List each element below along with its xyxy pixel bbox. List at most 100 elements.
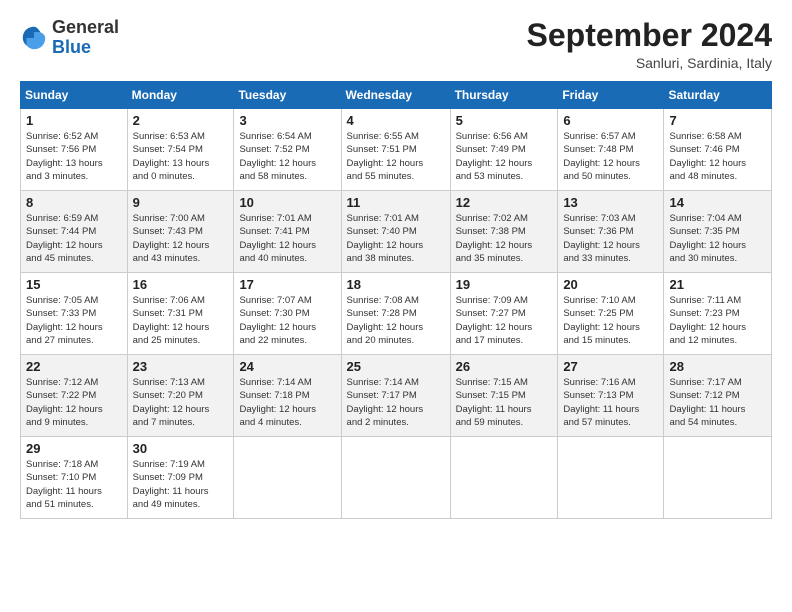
logo: General Blue bbox=[20, 18, 119, 58]
day-info: Sunrise: 7:09 AM Sunset: 7:27 PM Dayligh… bbox=[456, 294, 553, 347]
calendar-cell: 30 Sunrise: 7:19 AM Sunset: 7:09 PM Dayli… bbox=[127, 437, 234, 519]
weekday-header-friday: Friday bbox=[558, 82, 664, 109]
calendar-cell: 13 Sunrise: 7:03 AM Sunset: 7:36 PM Dayli… bbox=[558, 191, 664, 273]
calendar-cell bbox=[234, 437, 341, 519]
day-number: 30 bbox=[133, 441, 229, 456]
day-number: 8 bbox=[26, 195, 122, 210]
day-info: Sunrise: 6:52 AM Sunset: 7:56 PM Dayligh… bbox=[26, 130, 122, 183]
calendar-week-3: 15Sunrise: 7:05 AM Sunset: 7:33 PM Dayli… bbox=[21, 273, 772, 355]
calendar-week-1: 1 Sunrise: 6:52 AM Sunset: 7:56 PM Daylig… bbox=[21, 109, 772, 191]
day-number: 4 bbox=[347, 113, 445, 128]
day-number: 12 bbox=[456, 195, 553, 210]
day-info: Sunrise: 7:14 AM Sunset: 7:18 PM Dayligh… bbox=[239, 376, 335, 429]
day-info: Sunrise: 7:18 AM Sunset: 7:10 PM Dayligh… bbox=[26, 458, 122, 511]
day-info: Sunrise: 7:01 AM Sunset: 7:41 PM Dayligh… bbox=[239, 212, 335, 265]
calendar-week-4: 22 Sunrise: 7:12 AM Sunset: 7:22 PM Dayli… bbox=[21, 355, 772, 437]
calendar-cell: 24 Sunrise: 7:14 AM Sunset: 7:18 PM Dayli… bbox=[234, 355, 341, 437]
month-title: September 2024 bbox=[527, 18, 772, 53]
day-number: 26 bbox=[456, 359, 553, 374]
day-number: 29 bbox=[26, 441, 122, 456]
calendar-cell: 15Sunrise: 7:05 AM Sunset: 7:33 PM Dayli… bbox=[21, 273, 128, 355]
day-number: 19 bbox=[456, 277, 553, 292]
page-header: General Blue September 2024 Sanluri, Sar… bbox=[20, 18, 772, 71]
day-number: 5 bbox=[456, 113, 553, 128]
day-info: Sunrise: 6:54 AM Sunset: 7:52 PM Dayligh… bbox=[239, 130, 335, 183]
day-info: Sunrise: 7:08 AM Sunset: 7:28 PM Dayligh… bbox=[347, 294, 445, 347]
calendar-header: SundayMondayTuesdayWednesdayThursdayFrid… bbox=[21, 82, 772, 109]
calendar-cell: 29 Sunrise: 7:18 AM Sunset: 7:10 PM Dayli… bbox=[21, 437, 128, 519]
day-number: 24 bbox=[239, 359, 335, 374]
weekday-header-sunday: Sunday bbox=[21, 82, 128, 109]
calendar-cell: 6 Sunrise: 6:57 AM Sunset: 7:48 PM Daylig… bbox=[558, 109, 664, 191]
weekday-header-saturday: Saturday bbox=[664, 82, 772, 109]
calendar-cell bbox=[450, 437, 558, 519]
calendar-cell: 3 Sunrise: 6:54 AM Sunset: 7:52 PM Daylig… bbox=[234, 109, 341, 191]
calendar-cell: 16 Sunrise: 7:06 AM Sunset: 7:31 PM Dayli… bbox=[127, 273, 234, 355]
calendar-cell: 26 Sunrise: 7:15 AM Sunset: 7:15 PM Dayli… bbox=[450, 355, 558, 437]
day-number: 15 bbox=[26, 277, 122, 292]
day-number: 13 bbox=[563, 195, 658, 210]
day-info: Sunrise: 7:04 AM Sunset: 7:35 PM Dayligh… bbox=[669, 212, 766, 265]
day-info: Sunrise: 7:19 AM Sunset: 7:09 PM Dayligh… bbox=[133, 458, 229, 511]
calendar-cell: 22 Sunrise: 7:12 AM Sunset: 7:22 PM Dayli… bbox=[21, 355, 128, 437]
day-number: 21 bbox=[669, 277, 766, 292]
day-info: Sunrise: 6:55 AM Sunset: 7:51 PM Dayligh… bbox=[347, 130, 445, 183]
weekday-header-wednesday: Wednesday bbox=[341, 82, 450, 109]
calendar-cell: 5 Sunrise: 6:56 AM Sunset: 7:49 PM Daylig… bbox=[450, 109, 558, 191]
calendar-cell: 7Sunrise: 6:58 AM Sunset: 7:46 PM Daylig… bbox=[664, 109, 772, 191]
calendar-cell: 19 Sunrise: 7:09 AM Sunset: 7:27 PM Dayli… bbox=[450, 273, 558, 355]
calendar-cell: 2Sunrise: 6:53 AM Sunset: 7:54 PM Daylig… bbox=[127, 109, 234, 191]
day-number: 18 bbox=[347, 277, 445, 292]
calendar-cell: 12Sunrise: 7:02 AM Sunset: 7:38 PM Dayli… bbox=[450, 191, 558, 273]
day-info: Sunrise: 7:13 AM Sunset: 7:20 PM Dayligh… bbox=[133, 376, 229, 429]
calendar-cell: 25Sunrise: 7:14 AM Sunset: 7:17 PM Dayli… bbox=[341, 355, 450, 437]
calendar-page: General Blue September 2024 Sanluri, Sar… bbox=[0, 0, 792, 612]
location-subtitle: Sanluri, Sardinia, Italy bbox=[527, 55, 772, 71]
day-number: 17 bbox=[239, 277, 335, 292]
calendar-week-2: 8 Sunrise: 6:59 AM Sunset: 7:44 PM Daylig… bbox=[21, 191, 772, 273]
logo-icon bbox=[20, 24, 48, 52]
day-info: Sunrise: 6:56 AM Sunset: 7:49 PM Dayligh… bbox=[456, 130, 553, 183]
day-info: Sunrise: 7:10 AM Sunset: 7:25 PM Dayligh… bbox=[563, 294, 658, 347]
day-info: Sunrise: 6:57 AM Sunset: 7:48 PM Dayligh… bbox=[563, 130, 658, 183]
day-number: 3 bbox=[239, 113, 335, 128]
day-number: 23 bbox=[133, 359, 229, 374]
day-number: 20 bbox=[563, 277, 658, 292]
day-number: 27 bbox=[563, 359, 658, 374]
day-number: 22 bbox=[26, 359, 122, 374]
day-info: Sunrise: 7:00 AM Sunset: 7:43 PM Dayligh… bbox=[133, 212, 229, 265]
calendar-week-5: 29 Sunrise: 7:18 AM Sunset: 7:10 PM Dayli… bbox=[21, 437, 772, 519]
calendar-cell: 20 Sunrise: 7:10 AM Sunset: 7:25 PM Dayli… bbox=[558, 273, 664, 355]
day-number: 7 bbox=[669, 113, 766, 128]
day-info: Sunrise: 7:12 AM Sunset: 7:22 PM Dayligh… bbox=[26, 376, 122, 429]
calendar-cell bbox=[341, 437, 450, 519]
day-number: 16 bbox=[133, 277, 229, 292]
calendar-cell: 27Sunrise: 7:16 AM Sunset: 7:13 PM Dayli… bbox=[558, 355, 664, 437]
calendar-cell bbox=[558, 437, 664, 519]
calendar-cell: 1 Sunrise: 6:52 AM Sunset: 7:56 PM Daylig… bbox=[21, 109, 128, 191]
day-info: Sunrise: 7:03 AM Sunset: 7:36 PM Dayligh… bbox=[563, 212, 658, 265]
day-info: Sunrise: 7:14 AM Sunset: 7:17 PM Dayligh… bbox=[347, 376, 445, 429]
weekday-header-thursday: Thursday bbox=[450, 82, 558, 109]
logo-blue-text: Blue bbox=[52, 37, 91, 57]
day-number: 14 bbox=[669, 195, 766, 210]
day-number: 10 bbox=[239, 195, 335, 210]
calendar-cell: 28Sunrise: 7:17 AM Sunset: 7:12 PM Dayli… bbox=[664, 355, 772, 437]
day-number: 9 bbox=[133, 195, 229, 210]
day-info: Sunrise: 7:15 AM Sunset: 7:15 PM Dayligh… bbox=[456, 376, 553, 429]
day-info: Sunrise: 7:01 AM Sunset: 7:40 PM Dayligh… bbox=[347, 212, 445, 265]
logo-general-text: General bbox=[52, 17, 119, 37]
calendar-table: SundayMondayTuesdayWednesdayThursdayFrid… bbox=[20, 81, 772, 519]
calendar-cell: 9 Sunrise: 7:00 AM Sunset: 7:43 PM Daylig… bbox=[127, 191, 234, 273]
day-number: 11 bbox=[347, 195, 445, 210]
day-info: Sunrise: 7:06 AM Sunset: 7:31 PM Dayligh… bbox=[133, 294, 229, 347]
day-number: 6 bbox=[563, 113, 658, 128]
day-number: 2 bbox=[133, 113, 229, 128]
weekday-header-monday: Monday bbox=[127, 82, 234, 109]
day-info: Sunrise: 6:59 AM Sunset: 7:44 PM Dayligh… bbox=[26, 212, 122, 265]
title-block: September 2024 Sanluri, Sardinia, Italy bbox=[527, 18, 772, 71]
calendar-cell: 21 Sunrise: 7:11 AM Sunset: 7:23 PM Dayli… bbox=[664, 273, 772, 355]
day-number: 1 bbox=[26, 113, 122, 128]
calendar-cell: 10 Sunrise: 7:01 AM Sunset: 7:41 PM Dayli… bbox=[234, 191, 341, 273]
day-info: Sunrise: 7:11 AM Sunset: 7:23 PM Dayligh… bbox=[669, 294, 766, 347]
